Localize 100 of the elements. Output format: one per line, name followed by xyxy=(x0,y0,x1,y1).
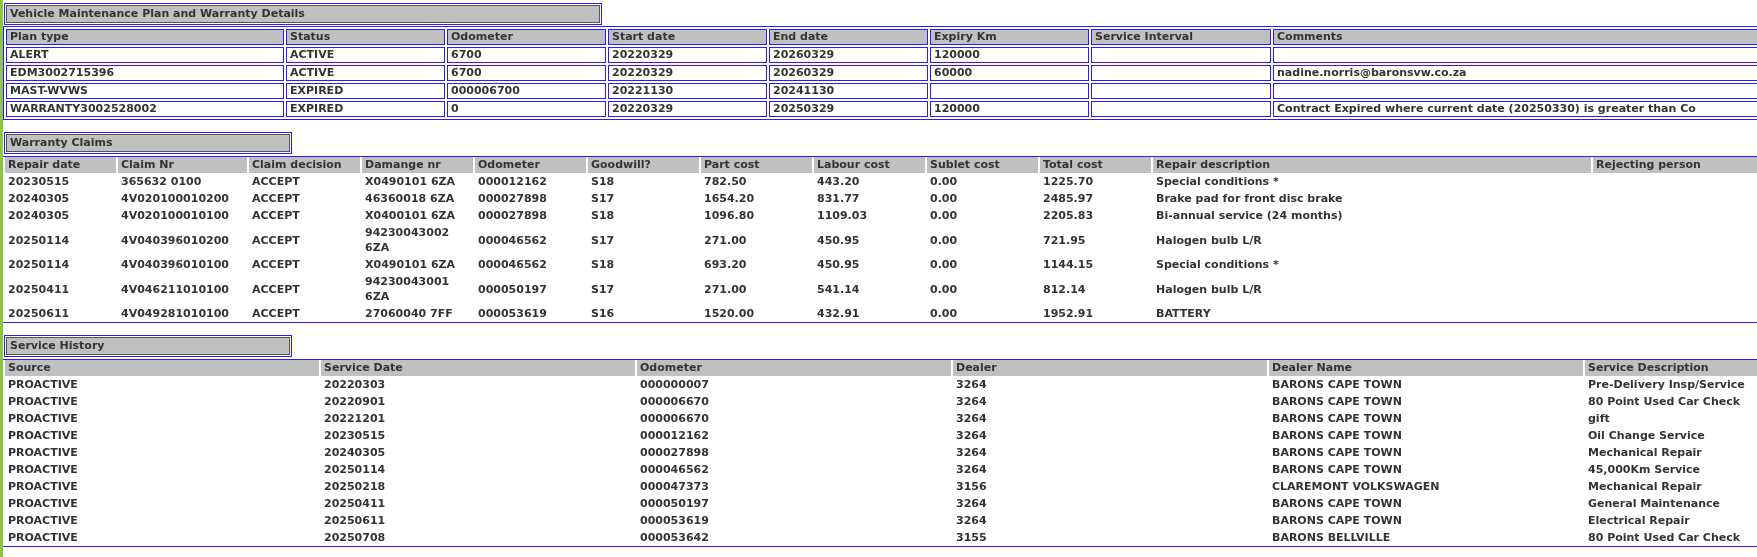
table-cell: ACCEPT xyxy=(252,258,300,271)
table-cell: BARONS CAPE TOWN xyxy=(1272,395,1402,408)
table-cell: gift xyxy=(1588,412,1610,425)
table-cell: 1144.15 xyxy=(1043,258,1094,271)
table-cell: 2485.97 xyxy=(1043,192,1094,205)
table-cell: 4V040396010200 xyxy=(121,233,229,247)
table-cell: 3264 xyxy=(956,395,987,408)
table-cell: 000053619 xyxy=(478,307,547,320)
column-header: Source xyxy=(5,360,319,376)
table-cell: 3264 xyxy=(956,378,987,391)
table-cell: S16 xyxy=(591,307,615,320)
section-title: Service History xyxy=(6,337,290,355)
table-cell: 541.14 xyxy=(817,282,860,296)
table-cell: Mechanical Repair xyxy=(1588,480,1702,493)
table-cell: 3264 xyxy=(956,412,987,425)
table-cell: 20230515 xyxy=(324,429,386,442)
table-cell: 27060040 7FF xyxy=(365,307,453,320)
table-cell: Pre-Delivery Insp/Service xyxy=(1588,378,1745,391)
table-cell: PROACTIVE xyxy=(8,463,78,476)
table-cell: 20220303 xyxy=(324,378,386,391)
table-cell: Contract Expired where current date (20250330) is greater than Co xyxy=(1273,101,1757,117)
column-header: Damange nr xyxy=(362,157,473,173)
table-cell: 0.00 xyxy=(930,209,958,222)
table-cell: BARONS CAPE TOWN xyxy=(1272,378,1402,391)
section-title: Vehicle Maintenance Plan and Warranty Details xyxy=(6,5,600,23)
table-cell: 46360018 6ZA xyxy=(365,192,455,205)
table-cell: ACCEPT xyxy=(252,175,300,188)
table-cell: 000027898 xyxy=(478,209,547,222)
table-cell: 20221130 xyxy=(608,83,767,99)
table-cell: EXPIRED xyxy=(286,83,445,99)
table-cell: 94230043001 6ZA xyxy=(365,275,450,303)
column-header: Labour cost xyxy=(814,157,925,173)
column-header: Status xyxy=(286,29,445,45)
column-header: Odometer xyxy=(475,157,586,173)
table-cell: ACCEPT xyxy=(252,307,300,320)
table-cell: 000006670 xyxy=(640,412,709,425)
table-cell: MAST-WVWS xyxy=(6,83,284,99)
table-cell: 4V046211010100 xyxy=(121,282,229,296)
table-cell: 20240305 xyxy=(8,209,70,222)
column-header: Start date xyxy=(608,29,767,45)
table-cell: 0.00 xyxy=(930,258,958,271)
table-cell: 000053642 xyxy=(640,531,709,544)
table-cell: 1952.91 xyxy=(1043,307,1094,320)
table-cell: BATTERY xyxy=(1156,307,1211,320)
column-header: End date xyxy=(769,29,928,45)
table-cell: Brake pad for front disc brake xyxy=(1156,192,1343,205)
table-cell: 000027898 xyxy=(640,446,709,459)
table-cell: 94230043002 6ZA xyxy=(365,226,450,254)
table-cell: 432.91 xyxy=(817,307,860,320)
table-cell: 20260329 xyxy=(769,47,928,63)
table-cell: 271.00 xyxy=(704,233,747,247)
table-cell: Oil Change Service xyxy=(1588,429,1705,442)
table-cell: 20220329 xyxy=(608,47,767,63)
table-cell: 20250114 xyxy=(324,463,386,476)
table-cell: S17 xyxy=(591,192,615,205)
table-cell: PROACTIVE xyxy=(8,480,78,493)
table-cell: 000046562 xyxy=(478,233,547,247)
column-header: Claim decision xyxy=(249,157,360,173)
table-cell: S18 xyxy=(591,258,615,271)
table-cell: 20250611 xyxy=(8,307,70,320)
table-cell: BARONS CAPE TOWN xyxy=(1272,463,1402,476)
table-cell: 693.20 xyxy=(704,258,747,271)
table-cell: EDM3002715396 xyxy=(6,65,284,81)
table-cell: 0.00 xyxy=(930,282,958,296)
table-cell: 000006670 xyxy=(640,395,709,408)
table-cell: 000050197 xyxy=(478,282,547,296)
table-cell: PROACTIVE xyxy=(8,514,78,527)
table-cell: BARONS CAPE TOWN xyxy=(1272,412,1402,425)
table-cell: BARONS CAPE TOWN xyxy=(1272,429,1402,442)
table-cell: 3264 xyxy=(956,429,987,442)
column-header: Plan type xyxy=(6,29,284,45)
column-header: Part cost xyxy=(701,157,812,173)
table-cell: 000012162 xyxy=(478,175,547,188)
table-cell: 000050197 xyxy=(640,497,709,510)
table-cell: S18 xyxy=(591,209,615,222)
table-cell: 3264 xyxy=(956,463,987,476)
table-cell: 365632 0100 xyxy=(121,175,202,188)
table-cell: 000046562 xyxy=(640,463,709,476)
table-cell: 20250708 xyxy=(324,531,386,544)
table-cell: 000006700 xyxy=(447,83,606,99)
table-cell: Halogen bulb L/R xyxy=(1156,282,1262,296)
table-cell: 1225.70 xyxy=(1043,175,1094,188)
table-cell: 450.95 xyxy=(817,258,860,271)
table-cell: PROACTIVE xyxy=(8,412,78,425)
table-cell: 000047373 xyxy=(640,480,709,493)
table-cell: Halogen bulb L/R xyxy=(1156,233,1262,247)
table-cell: BARONS CAPE TOWN xyxy=(1272,497,1402,510)
table-cell: S18 xyxy=(591,175,615,188)
table-cell: CLAREMONT VOLKSWAGEN xyxy=(1272,480,1440,493)
table-cell: ALERT xyxy=(6,47,284,63)
column-header: Comments xyxy=(1273,29,1757,45)
table-cell: 000000007 xyxy=(640,378,709,391)
table-cell: ACCEPT xyxy=(252,209,300,222)
table-cell: S17 xyxy=(591,233,615,247)
table-cell: 3264 xyxy=(956,514,987,527)
column-header: Repair date xyxy=(5,157,116,173)
column-header: Dealer Name xyxy=(1269,360,1583,376)
table-cell: S17 xyxy=(591,282,615,296)
table-cell: 4V020100010100 xyxy=(121,209,229,222)
column-header: Dealer xyxy=(953,360,1267,376)
